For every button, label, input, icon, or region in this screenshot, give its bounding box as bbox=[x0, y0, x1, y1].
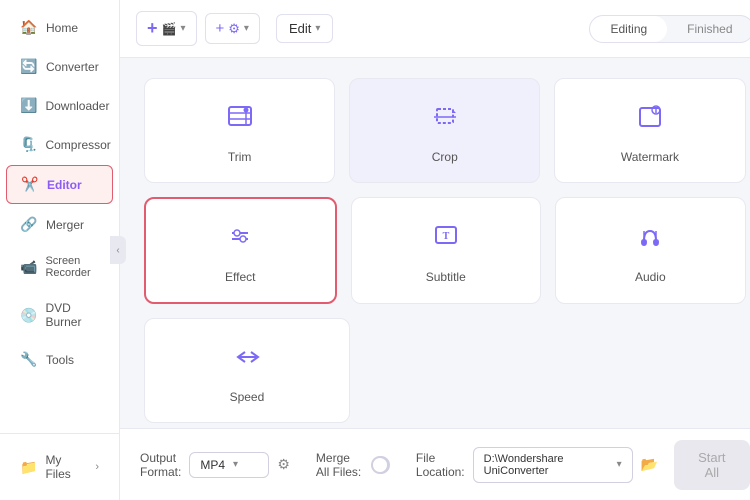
output-settings-icon[interactable]: ⚙ bbox=[277, 456, 290, 473]
add-folder-icon: + bbox=[216, 20, 225, 37]
chevron-down-icon: ▾ bbox=[233, 459, 238, 470]
grid-row-2: Effect T Subtitle bbox=[144, 197, 746, 304]
output-format-field: Output Format: MP4 ▾ ⚙ bbox=[140, 451, 290, 479]
main-content: + 🎬 ▾ + ⚙ ▾ Edit ▾ Editing Finished bbox=[120, 0, 750, 500]
file-location-field: File Location: D:\Wondershare UniConvert… bbox=[416, 447, 658, 483]
crop-card[interactable]: Crop bbox=[349, 78, 540, 183]
sidebar-item-screen-recorder[interactable]: 📹 Screen Recorder bbox=[6, 245, 113, 289]
sidebar-item-my-files[interactable]: 📁 My Files › bbox=[6, 443, 113, 491]
speed-icon bbox=[231, 341, 263, 380]
chevron-down-icon: ▾ bbox=[180, 23, 185, 34]
trim-label: Trim bbox=[228, 150, 252, 164]
chevron-down-icon: ▾ bbox=[315, 23, 320, 34]
screen-recorder-icon: 📹 bbox=[20, 259, 37, 276]
add-files-icon: + bbox=[147, 18, 158, 39]
output-format-select[interactable]: MP4 ▾ bbox=[189, 452, 269, 478]
editor-icon: ✂️ bbox=[21, 176, 39, 193]
folder-icon: ⚙ bbox=[228, 21, 240, 37]
audio-icon bbox=[634, 221, 666, 260]
downloader-icon: ⬇️ bbox=[20, 97, 37, 114]
sidebar-item-editor[interactable]: ✂️ Editor bbox=[6, 165, 113, 204]
sidebar-item-label: Editor bbox=[47, 178, 82, 192]
trim-card[interactable]: Trim bbox=[144, 78, 335, 183]
sidebar-item-downloader[interactable]: ⬇️ Downloader bbox=[6, 87, 113, 124]
tools-icon: 🔧 bbox=[20, 351, 38, 368]
crop-icon bbox=[429, 101, 461, 140]
sidebar-item-label: Screen Recorder bbox=[45, 255, 99, 279]
dvd-burner-icon: 💿 bbox=[20, 307, 37, 324]
subtitle-label: Subtitle bbox=[426, 270, 466, 284]
crop-label: Crop bbox=[432, 150, 458, 164]
sidebar-item-compressor[interactable]: 🗜️ Compressor bbox=[6, 126, 113, 163]
sidebar-item-home[interactable]: 🏠 Home bbox=[6, 9, 113, 46]
chevron-down-icon: ▾ bbox=[617, 459, 622, 470]
audio-label: Audio bbox=[635, 270, 666, 284]
sidebar-item-label: Compressor bbox=[45, 138, 110, 152]
sidebar-item-label: Downloader bbox=[45, 99, 109, 113]
empty-card-2 bbox=[562, 318, 746, 423]
collapse-sidebar-button[interactable]: ‹ bbox=[110, 236, 126, 264]
merge-toggle-field: Merge All Files: bbox=[316, 451, 390, 479]
my-files-icon: 📁 bbox=[20, 459, 37, 476]
file-location-label: File Location: bbox=[416, 451, 465, 479]
expand-icon: › bbox=[95, 461, 99, 473]
effect-icon bbox=[224, 221, 256, 260]
sidebar-item-tools[interactable]: 🔧 Tools bbox=[6, 341, 113, 378]
watermark-icon bbox=[634, 101, 666, 140]
sidebar: 🏠 Home 🔄 Converter ⬇️ Downloader 🗜️ Comp… bbox=[0, 0, 120, 500]
sidebar-item-merger[interactable]: 🔗 Merger bbox=[6, 206, 113, 243]
add-folder-button[interactable]: + ⚙ ▾ bbox=[205, 13, 260, 44]
subtitle-icon: T bbox=[430, 221, 462, 260]
output-format-value: MP4 bbox=[200, 458, 225, 472]
sidebar-item-dvd-burner[interactable]: 💿 DVD Burner bbox=[6, 291, 113, 339]
watermark-card[interactable]: Watermark bbox=[554, 78, 745, 183]
sidebar-item-converter[interactable]: 🔄 Converter bbox=[6, 48, 113, 85]
watermark-label: Watermark bbox=[621, 150, 679, 164]
sidebar-item-label: DVD Burner bbox=[45, 301, 99, 329]
empty-card-1 bbox=[364, 318, 548, 423]
chevron-down-icon: ▾ bbox=[244, 23, 249, 34]
output-format-label: Output Format: bbox=[140, 451, 181, 479]
sidebar-item-label: My Files bbox=[45, 453, 87, 481]
file-location-value: D:\Wondershare UniConverter bbox=[484, 453, 609, 477]
grid-row-3: Speed bbox=[144, 318, 746, 423]
effect-label: Effect bbox=[225, 270, 255, 284]
editing-grid: Trim Crop bbox=[120, 58, 750, 428]
merge-toggle-switch[interactable] bbox=[371, 456, 390, 474]
file-location-select[interactable]: D:\Wondershare UniConverter ▾ bbox=[473, 447, 633, 483]
tab-finished[interactable]: Finished bbox=[667, 16, 750, 42]
speed-label: Speed bbox=[230, 390, 265, 404]
bottom-bar: Output Format: MP4 ▾ ⚙ Merge All Files: … bbox=[120, 428, 750, 500]
start-all-button[interactable]: Start All bbox=[674, 440, 749, 490]
toolbar-btn-icon: 🎬 bbox=[162, 22, 177, 36]
edit-label: Edit bbox=[289, 21, 311, 36]
svg-text:T: T bbox=[442, 231, 449, 242]
trim-icon bbox=[224, 101, 256, 140]
add-files-button[interactable]: + 🎬 ▾ bbox=[136, 11, 197, 46]
merger-icon: 🔗 bbox=[20, 216, 38, 233]
grid-row-1: Trim Crop bbox=[144, 78, 746, 183]
converter-icon: 🔄 bbox=[20, 58, 38, 75]
browse-folder-icon[interactable]: 📂 bbox=[641, 456, 658, 473]
merge-label: Merge All Files: bbox=[316, 451, 363, 479]
sidebar-item-label: Merger bbox=[46, 218, 84, 232]
audio-card[interactable]: Audio bbox=[555, 197, 746, 304]
speed-card[interactable]: Speed bbox=[144, 318, 350, 423]
compressor-icon: 🗜️ bbox=[20, 136, 37, 153]
home-icon: 🏠 bbox=[20, 19, 38, 36]
sidebar-item-label: Converter bbox=[46, 60, 99, 74]
tab-editing[interactable]: Editing bbox=[590, 16, 667, 42]
sidebar-item-label: Home bbox=[46, 21, 78, 35]
effect-card[interactable]: Effect bbox=[144, 197, 337, 304]
toolbar: + 🎬 ▾ + ⚙ ▾ Edit ▾ Editing Finished bbox=[120, 0, 750, 58]
tab-group: Editing Finished bbox=[589, 15, 750, 43]
sidebar-item-label: Tools bbox=[46, 353, 74, 367]
edit-dropdown[interactable]: Edit ▾ bbox=[276, 14, 333, 43]
subtitle-card[interactable]: T Subtitle bbox=[351, 197, 542, 304]
